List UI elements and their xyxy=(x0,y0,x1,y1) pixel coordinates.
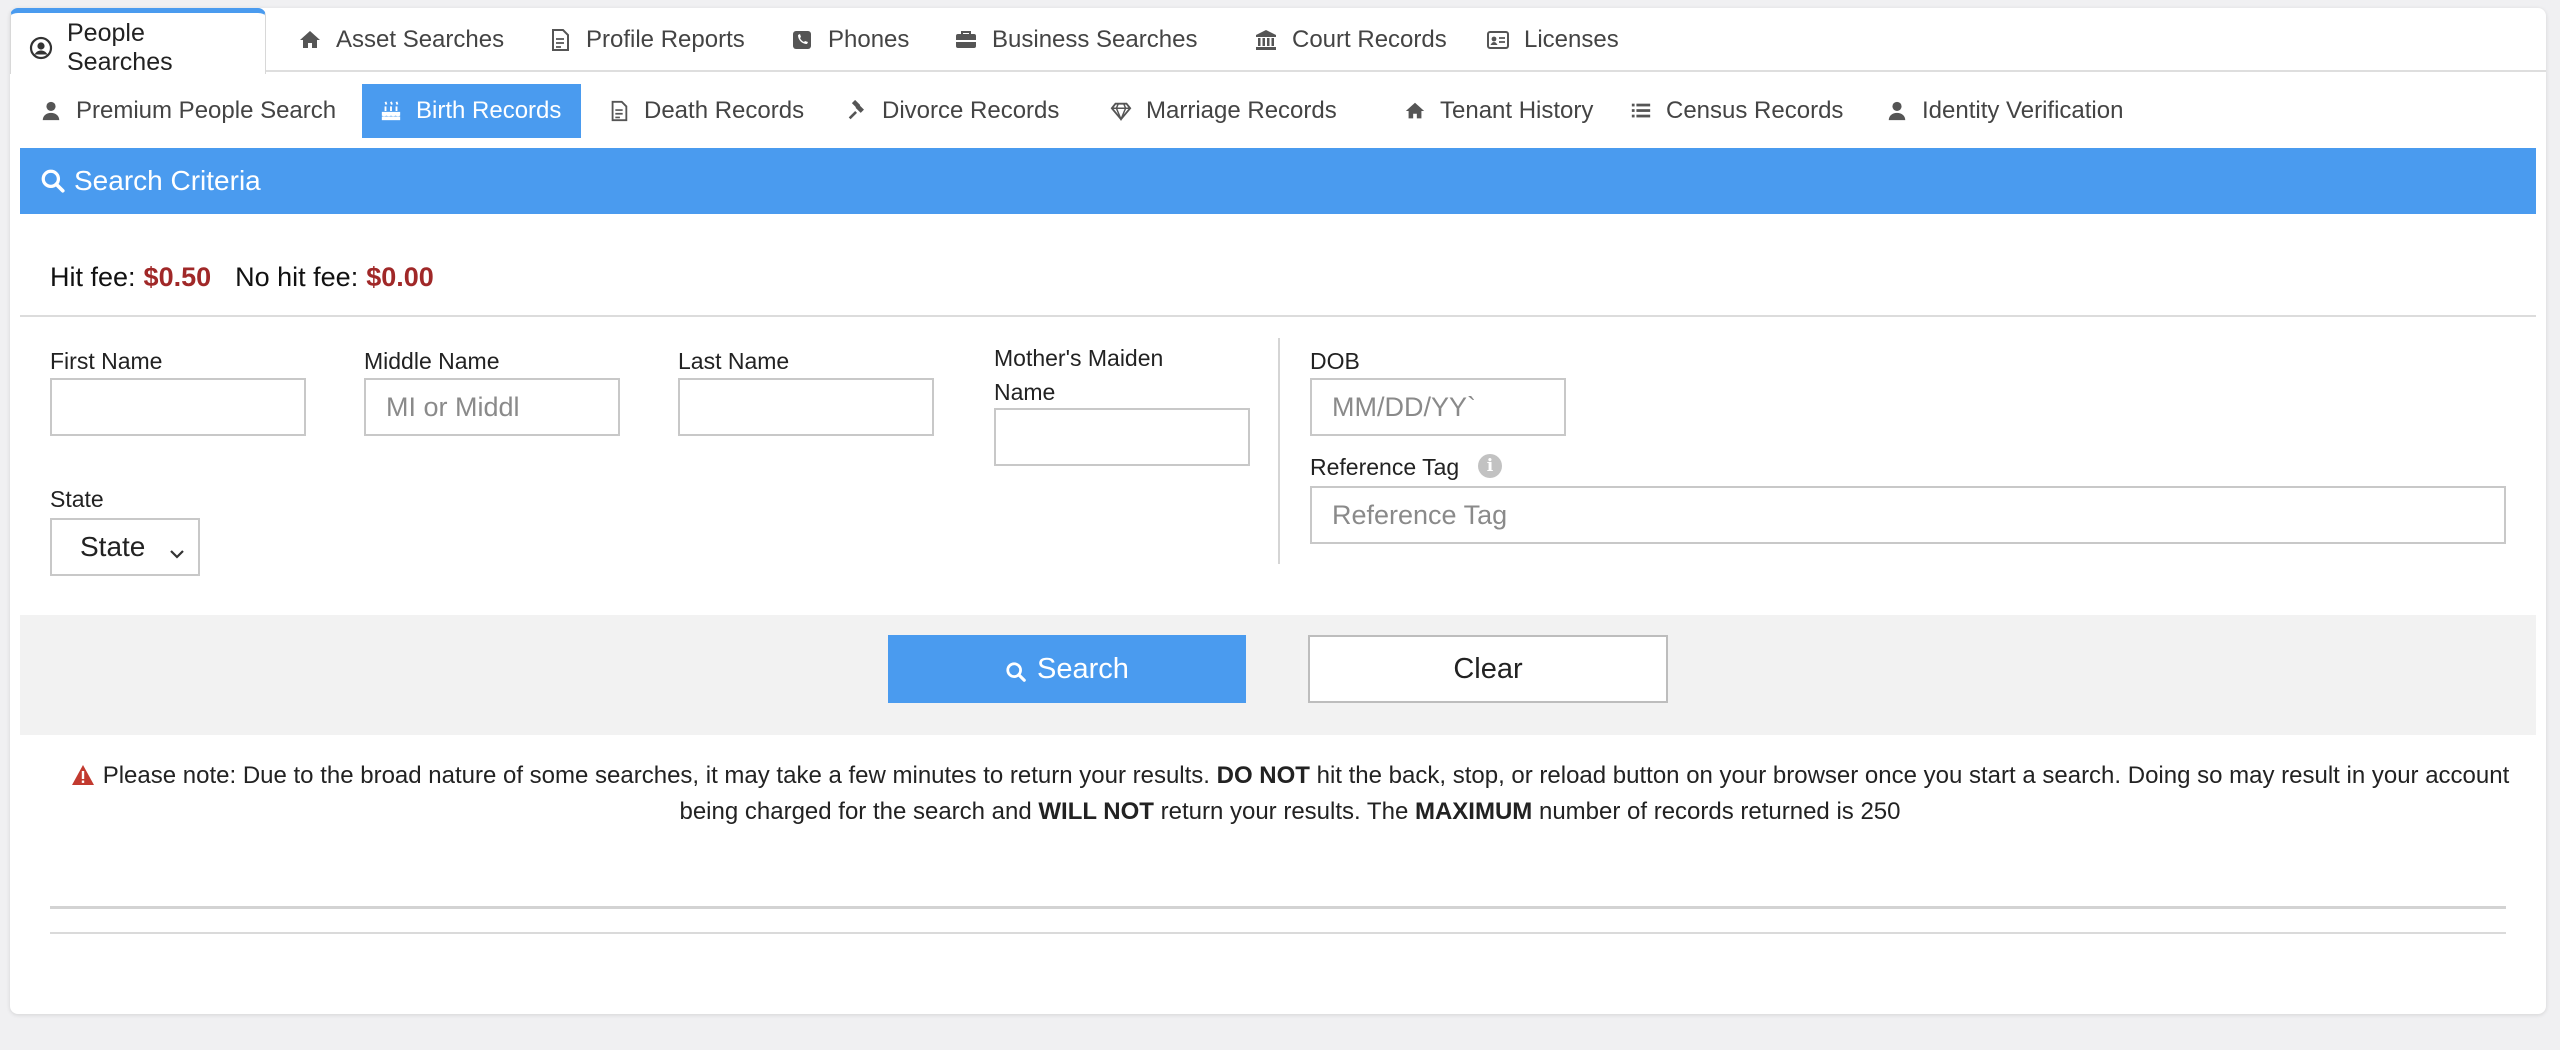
last-name-input[interactable] xyxy=(678,378,934,436)
reference-tag-input[interactable] xyxy=(1310,486,2506,544)
user-icon xyxy=(40,100,62,122)
middle-name-label: Middle Name xyxy=(364,348,500,374)
subtab-label: Divorce Records xyxy=(882,97,1060,124)
subtab-marriage-records[interactable]: Marriage Records xyxy=(1110,84,1337,138)
warning-icon xyxy=(71,761,95,785)
search-criteria-header: Search Criteria xyxy=(20,148,2536,214)
subtab-label: Death Records xyxy=(644,97,805,124)
document-icon xyxy=(548,28,572,52)
chevron-down-icon xyxy=(168,538,186,559)
fee-info: Hit fee: $0.50 No hit fee: $0.00 xyxy=(50,262,434,293)
subtab-label: Marriage Records xyxy=(1146,97,1337,124)
notice-text-4: number of records returned is 250 xyxy=(1538,798,1901,825)
subtab-birth-records[interactable]: Birth Records xyxy=(362,84,582,138)
tab-phones[interactable]: Phones xyxy=(790,8,909,72)
results-divider xyxy=(50,932,2506,934)
clear-button[interactable]: Clear xyxy=(1308,635,1668,703)
search-button[interactable]: Search xyxy=(888,635,1246,703)
tab-label: Profile Reports xyxy=(586,26,745,53)
subtab-death-records[interactable]: Death Records xyxy=(608,84,804,138)
hit-fee-label: Hit fee: xyxy=(50,262,136,292)
notice-maximum: MAXIMUM xyxy=(1414,798,1533,825)
info-icon[interactable]: i xyxy=(1478,454,1502,478)
subtab-label: Identity Verification xyxy=(1922,97,2124,124)
dob-input[interactable] xyxy=(1310,378,1566,436)
search-button-label: Search xyxy=(1037,652,1129,685)
document-icon xyxy=(608,100,630,122)
notice-do-not: DO NOT xyxy=(1216,762,1310,789)
search-card: People Searches Asset Searches Profile R… xyxy=(10,8,2546,1014)
reference-tag-label: Reference Tag xyxy=(1310,454,1460,480)
notice-will-not: WILL NOT xyxy=(1038,798,1154,825)
no-hit-fee-label: No hit fee: xyxy=(235,262,359,292)
mothers-maiden-name-label: Mother's Maiden Name xyxy=(994,345,1164,405)
subtab-label: Tenant History xyxy=(1440,97,1594,124)
tab-label: Court Records xyxy=(1292,26,1447,53)
subtab-identity-verification[interactable]: Identity Verification xyxy=(1886,84,2123,138)
state-label: State xyxy=(50,486,104,512)
tab-court-records[interactable]: Court Records xyxy=(1254,8,1447,72)
tab-label: Asset Searches xyxy=(336,26,505,53)
home-icon xyxy=(1404,100,1426,122)
tab-licenses[interactable]: Licenses xyxy=(1486,8,1619,72)
middle-name-input[interactable] xyxy=(364,378,620,436)
user-circle-icon xyxy=(29,36,53,60)
no-hit-fee-value: $0.00 xyxy=(366,262,434,292)
tab-business-searches[interactable]: Business Searches xyxy=(954,8,1197,72)
state-selected-value: State xyxy=(80,531,146,562)
bank-icon xyxy=(1254,28,1278,52)
subtab-label: Census Records xyxy=(1666,97,1844,124)
diamond-icon xyxy=(1110,100,1132,122)
birthday-cake-icon xyxy=(380,100,402,122)
gavel-icon xyxy=(846,100,868,122)
results-divider xyxy=(50,906,2506,909)
column-separator xyxy=(1278,338,1280,564)
first-name-label: First Name xyxy=(50,348,163,374)
tab-profile-reports[interactable]: Profile Reports xyxy=(548,8,745,72)
briefcase-icon xyxy=(954,28,978,52)
tab-label: Phones xyxy=(828,26,910,53)
clear-button-label: Clear xyxy=(1453,652,1523,685)
search-notice: Please note: Due to the broad nature of … xyxy=(60,758,2520,830)
tab-people-searches[interactable]: People Searches xyxy=(10,8,266,76)
divider xyxy=(20,315,2536,317)
notice-text-3: return your results. The xyxy=(1160,798,1409,825)
subtab-label: Birth Records xyxy=(416,97,562,124)
state-select[interactable]: State xyxy=(50,518,200,576)
id-card-icon xyxy=(1486,28,1510,52)
tab-label: Business Searches xyxy=(992,26,1198,53)
subtab-divorce-records[interactable]: Divorce Records xyxy=(846,84,1059,138)
top-tab-bar: People Searches Asset Searches Profile R… xyxy=(10,8,2546,76)
hit-fee-value: $0.50 xyxy=(143,262,212,292)
last-name-label: Last Name xyxy=(678,348,790,374)
subtab-label: Premium People Search xyxy=(76,97,337,124)
subtab-tenant-history[interactable]: Tenant History xyxy=(1404,84,1593,138)
list-icon xyxy=(1630,100,1652,122)
user-icon xyxy=(1886,100,1908,122)
mothers-maiden-name-input[interactable] xyxy=(994,408,1250,466)
dob-label: DOB xyxy=(1310,348,1360,374)
home-icon xyxy=(298,28,322,52)
tab-label: Licenses xyxy=(1524,26,1619,53)
search-icon xyxy=(1005,658,1027,682)
panel-title: Search Criteria xyxy=(74,165,261,196)
tab-label: People Searches xyxy=(67,18,173,76)
search-icon xyxy=(40,168,66,194)
subtab-premium-people-search[interactable]: Premium People Search xyxy=(40,84,336,138)
notice-text-1: Please note: Due to the broad nature of … xyxy=(102,762,1210,789)
action-bar xyxy=(20,615,2536,735)
phone-icon xyxy=(790,28,814,52)
tab-asset-searches[interactable]: Asset Searches xyxy=(298,8,504,72)
subtab-census-records[interactable]: Census Records xyxy=(1630,84,1843,138)
first-name-input[interactable] xyxy=(50,378,306,436)
